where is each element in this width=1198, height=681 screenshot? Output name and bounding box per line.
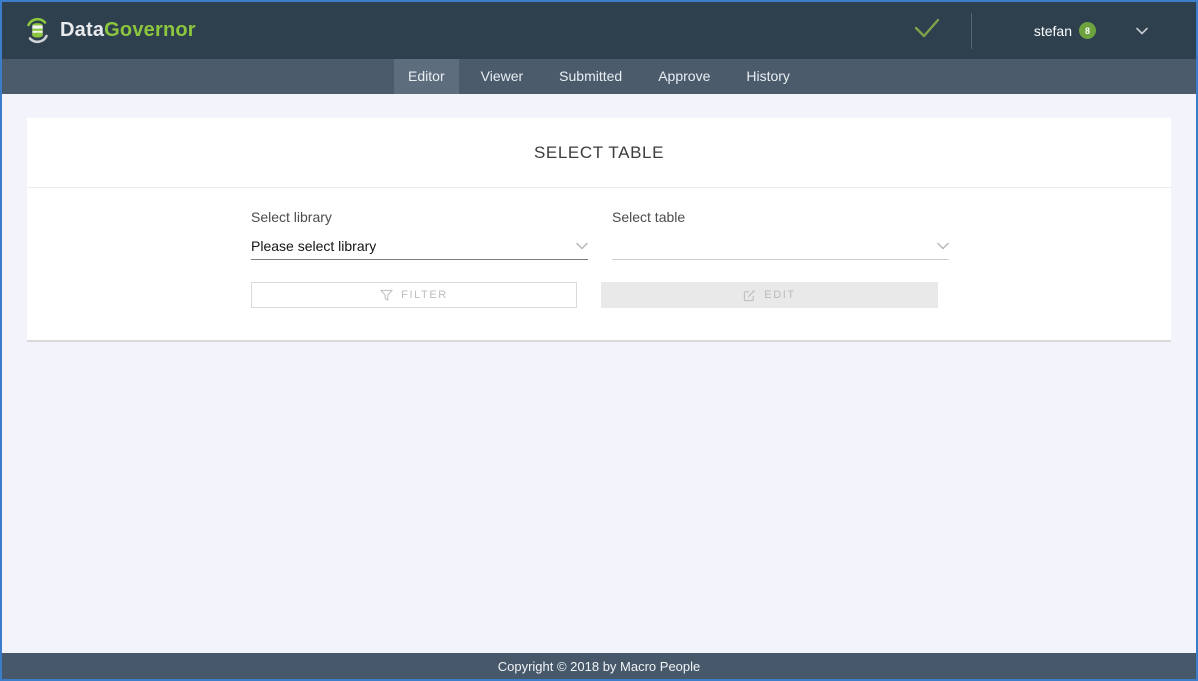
filter-button-label: FILTER [401,289,448,301]
user-badge: 8 [1079,22,1096,39]
tab-viewer[interactable]: Viewer [467,59,538,94]
tab-approve[interactable]: Approve [644,59,724,94]
app-logo[interactable]: DataGovernor [24,17,196,44]
library-select[interactable]: Please select library [251,234,588,260]
tab-history[interactable]: History [732,59,804,94]
library-select-value: Please select library [251,238,376,254]
filter-button[interactable]: FILTER [251,282,577,308]
card-body: Select library Please select library Sel… [27,188,1171,340]
chevron-down-icon[interactable] [1136,27,1148,35]
library-field-label: Select library [251,209,588,225]
card-title-row: SELECT TABLE [27,118,1171,188]
table-select[interactable] [612,234,949,260]
page-title: SELECT TABLE [534,143,664,163]
copyright-text: Copyright © 2018 by Macro People [498,659,701,674]
page-content: SELECT TABLE Select library Please selec… [2,94,1196,653]
tab-editor[interactable]: Editor [394,59,459,94]
database-sync-icon [24,17,51,44]
chevron-down-icon [937,242,949,250]
edit-button-label: EDIT [764,289,795,301]
library-field-group: Select library Please select library [251,209,588,260]
checkmark-icon[interactable] [907,13,947,48]
edit-icon [743,289,756,302]
tab-submitted[interactable]: Submitted [545,59,636,94]
header-divider [971,13,972,49]
filter-icon [380,289,393,302]
edit-button[interactable]: EDIT [601,282,938,308]
table-field-group: Select table [612,209,949,260]
select-table-card: SELECT TABLE Select library Please selec… [27,118,1171,342]
app-logo-text: DataGovernor [60,19,196,42]
table-field-label: Select table [612,209,949,225]
main-nav: Editor Viewer Submitted Approve History [2,59,1196,94]
user-name: stefan [1034,23,1072,39]
app-footer: Copyright © 2018 by Macro People [2,653,1196,679]
app-header: DataGovernor stefan 8 [2,2,1196,59]
user-menu[interactable]: stefan 8 [1034,22,1096,39]
chevron-down-icon [576,242,588,250]
